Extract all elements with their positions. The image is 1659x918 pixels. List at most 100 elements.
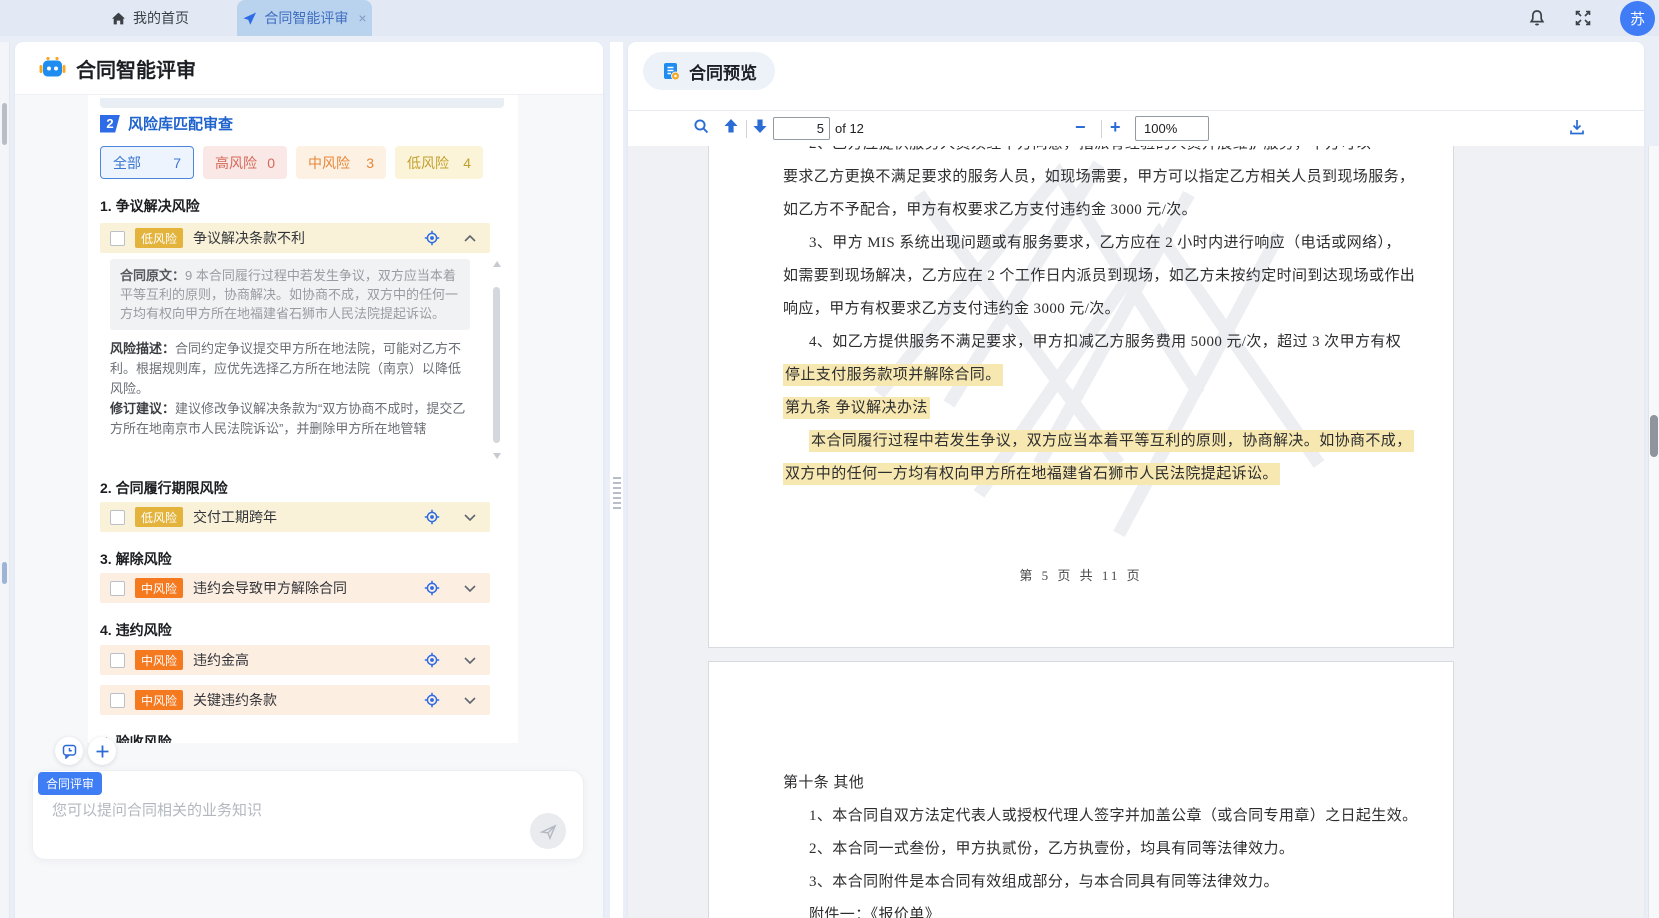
contract-original-quote: 合同原文：9 本合同履行过程中若发生争议，双方应当本着平等互利的原则，协商解决。…: [110, 259, 470, 330]
checkbox[interactable]: [110, 581, 125, 596]
page-title: 合同智能评审: [76, 54, 196, 83]
zoom-level-input[interactable]: [1135, 116, 1209, 141]
search-icon[interactable]: [693, 118, 710, 135]
chevron-up-icon[interactable]: [464, 235, 476, 242]
locate-icon[interactable]: [424, 692, 440, 708]
send-icon: [539, 822, 558, 841]
filter-count: 0: [267, 155, 275, 171]
panel-resizer[interactable]: [610, 42, 623, 918]
chat-mode-tag: 合同评审: [38, 772, 102, 795]
scroll-down-arrow-icon[interactable]: [493, 453, 501, 459]
locate-icon[interactable]: [424, 230, 440, 246]
fullscreen-icon[interactable]: [1574, 9, 1594, 29]
tab-label: 合同智能评审: [264, 8, 348, 28]
scrollbar-thumb[interactable]: [1650, 415, 1658, 457]
risk-row[interactable]: 低风险 交付工期跨年: [100, 502, 490, 532]
avatar[interactable]: 苏: [1620, 1, 1655, 36]
risk-row[interactable]: 中风险 违约金高: [100, 645, 490, 675]
risk-row[interactable]: 中风险 关键违约条款: [100, 685, 490, 715]
contract-line: 3、本合同附件是本合同有效组成部分，与本合同具有同等法律效力。: [783, 866, 1399, 899]
filter-mid-risk[interactable]: 中风险 3: [296, 146, 386, 179]
contract-preview-icon: [661, 61, 681, 81]
add-icon: [95, 744, 110, 759]
risk-filter-tabs: 全部 7 高风险 0 中风险 3 低风险 4: [100, 146, 483, 179]
filter-count: 7: [173, 155, 181, 171]
contract-text: 第十条 其他 1、本合同自双方法定代表人或授权代理人签字并加盖公章（或合同专用章…: [783, 767, 1399, 918]
panel-header: 合同智能评审: [15, 42, 603, 94]
page-scrollbar[interactable]: [0, 42, 10, 918]
risk-row[interactable]: 低风险 争议解决条款不利: [100, 223, 490, 253]
page-number-input[interactable]: [773, 117, 830, 140]
checkbox[interactable]: [110, 231, 125, 246]
contract-line: 如乙方不予配合，甲方有权要求乙方支付违约金 3000 元/次。: [783, 194, 1399, 227]
resizer-grip-icon: [610, 474, 623, 509]
risk-row[interactable]: 中风险 违约会导致甲方解除合同: [100, 573, 490, 603]
close-icon[interactable]: ×: [358, 10, 366, 26]
scroll-up-arrow-icon[interactable]: [493, 261, 501, 267]
scrollbar-thumb-secondary[interactable]: [2, 562, 7, 584]
tab-label: 我的首页: [133, 8, 189, 28]
scrollbar-thumb[interactable]: [493, 287, 500, 443]
tab-contract-review[interactable]: 合同智能评审 ×: [237, 0, 372, 36]
contract-line: 2、乙方应提供服务人员须经甲方同意，指派有经验的人员开展维护服务，甲方可以: [783, 146, 1399, 161]
chat-history-button[interactable]: [55, 737, 83, 765]
bell-icon[interactable]: [1527, 8, 1547, 28]
contract-line: 4、如乙方提供服务不满足要求，甲方扣减乙方服务费用 5000 元/次，超过 3 …: [783, 326, 1399, 359]
risk-title: 交付工期跨年: [193, 507, 414, 527]
contract-line: 要求乙方更换不满足要求的服务人员，如现场需要，甲方可以指定乙方相关人员到现场服务…: [783, 161, 1399, 194]
risk-level-badge: 中风险: [135, 578, 183, 598]
contract-line-highlighted: 双方中的任何一方均有权向甲方所在地福建省石狮市人民法院提起诉讼。: [783, 458, 1399, 491]
app-screen: 我的首页 合同智能评审 × 苏: [0, 0, 1659, 918]
chevron-down-icon[interactable]: [464, 585, 476, 592]
risk-title: 违约金高: [193, 650, 414, 670]
chat-input-box[interactable]: 合同评审: [33, 771, 583, 859]
pdf-viewer[interactable]: 2、乙方应提供服务人员须经甲方同意，指派有经验的人员开展维护服务，甲方可以 要求…: [628, 146, 1644, 918]
toolbar-separator: [746, 120, 747, 138]
paper-plane-icon: [242, 11, 257, 26]
filter-count: 3: [366, 155, 374, 171]
new-chat-button[interactable]: [88, 737, 116, 765]
pdf-page-5: 2、乙方应提供服务人员须经甲方同意，指派有经验的人员开展维护服务，甲方可以 要求…: [708, 146, 1454, 648]
tab-my-home[interactable]: 我的首页: [95, 0, 205, 36]
chat-textarea[interactable]: [50, 797, 524, 841]
revision-advice: 修订建议：建议修改争议解决条款为“双方协商不成时，提交乙方所在地南京市人民法院诉…: [110, 399, 470, 439]
risk-level-badge: 中风险: [135, 650, 183, 670]
filter-all[interactable]: 全部 7: [100, 146, 194, 179]
pdf-scrollbar[interactable]: [1648, 146, 1659, 918]
top-tab-bar: 我的首页 合同智能评审 × 苏: [0, 0, 1659, 36]
filter-low-risk[interactable]: 低风险 4: [395, 146, 483, 179]
zoom-out-button[interactable]: −: [1075, 117, 1086, 138]
locate-icon[interactable]: [424, 652, 440, 668]
pdf-toolbar: of 12 − +: [628, 110, 1644, 148]
contract-line: 1、本合同自双方法定代表人或授权代理人签字并加盖公章（或合同专用章）之日起生效。: [783, 800, 1399, 833]
zoom-in-button[interactable]: +: [1110, 117, 1121, 138]
pdf-page-6: 第十条 其他 1、本合同自双方法定代表人或授权代理人签字并加盖公章（或合同专用章…: [708, 661, 1454, 918]
contract-review-panel: 合同智能评审 2 风险库匹配审查 全部 7 高风险 0: [15, 42, 603, 918]
page-down-icon[interactable]: [752, 118, 768, 134]
checkbox[interactable]: [110, 693, 125, 708]
locate-icon[interactable]: [424, 509, 440, 525]
risk-level-badge: 低风险: [135, 228, 183, 248]
checkbox[interactable]: [110, 653, 125, 668]
chevron-down-icon[interactable]: [464, 657, 476, 664]
page-up-icon[interactable]: [723, 118, 739, 134]
home-icon: [111, 11, 126, 26]
detail-scrollbar[interactable]: [492, 261, 502, 459]
send-button[interactable]: [530, 813, 566, 849]
filter-high-risk[interactable]: 高风险 0: [203, 146, 287, 179]
chevron-down-icon[interactable]: [464, 514, 476, 521]
risk-review-panel: 2 风险库匹配审查 全部 7 高风险 0 中风险 3: [88, 95, 518, 743]
contract-line: 第十条 其他: [783, 767, 1399, 800]
section-number-badge: 2: [100, 115, 120, 133]
download-icon[interactable]: [1568, 118, 1586, 136]
risk-group-title: 4. 违约风险: [100, 620, 172, 640]
locate-icon[interactable]: [424, 580, 440, 596]
risk-description: 风险描述：合同约定争议提交甲方所在地法院，可能对乙方不利。根据规则库，应优先选择…: [110, 339, 470, 399]
risk-level-badge: 低风险: [135, 507, 183, 527]
checkbox[interactable]: [110, 510, 125, 525]
risk-group-title: 1. 争议解决风险: [100, 196, 200, 216]
risk-title: 争议解决条款不利: [193, 228, 414, 248]
scrollbar-thumb[interactable]: [2, 103, 7, 145]
chevron-down-icon[interactable]: [464, 697, 476, 704]
contract-line-highlighted: 第九条 争议解决办法: [783, 392, 1399, 425]
